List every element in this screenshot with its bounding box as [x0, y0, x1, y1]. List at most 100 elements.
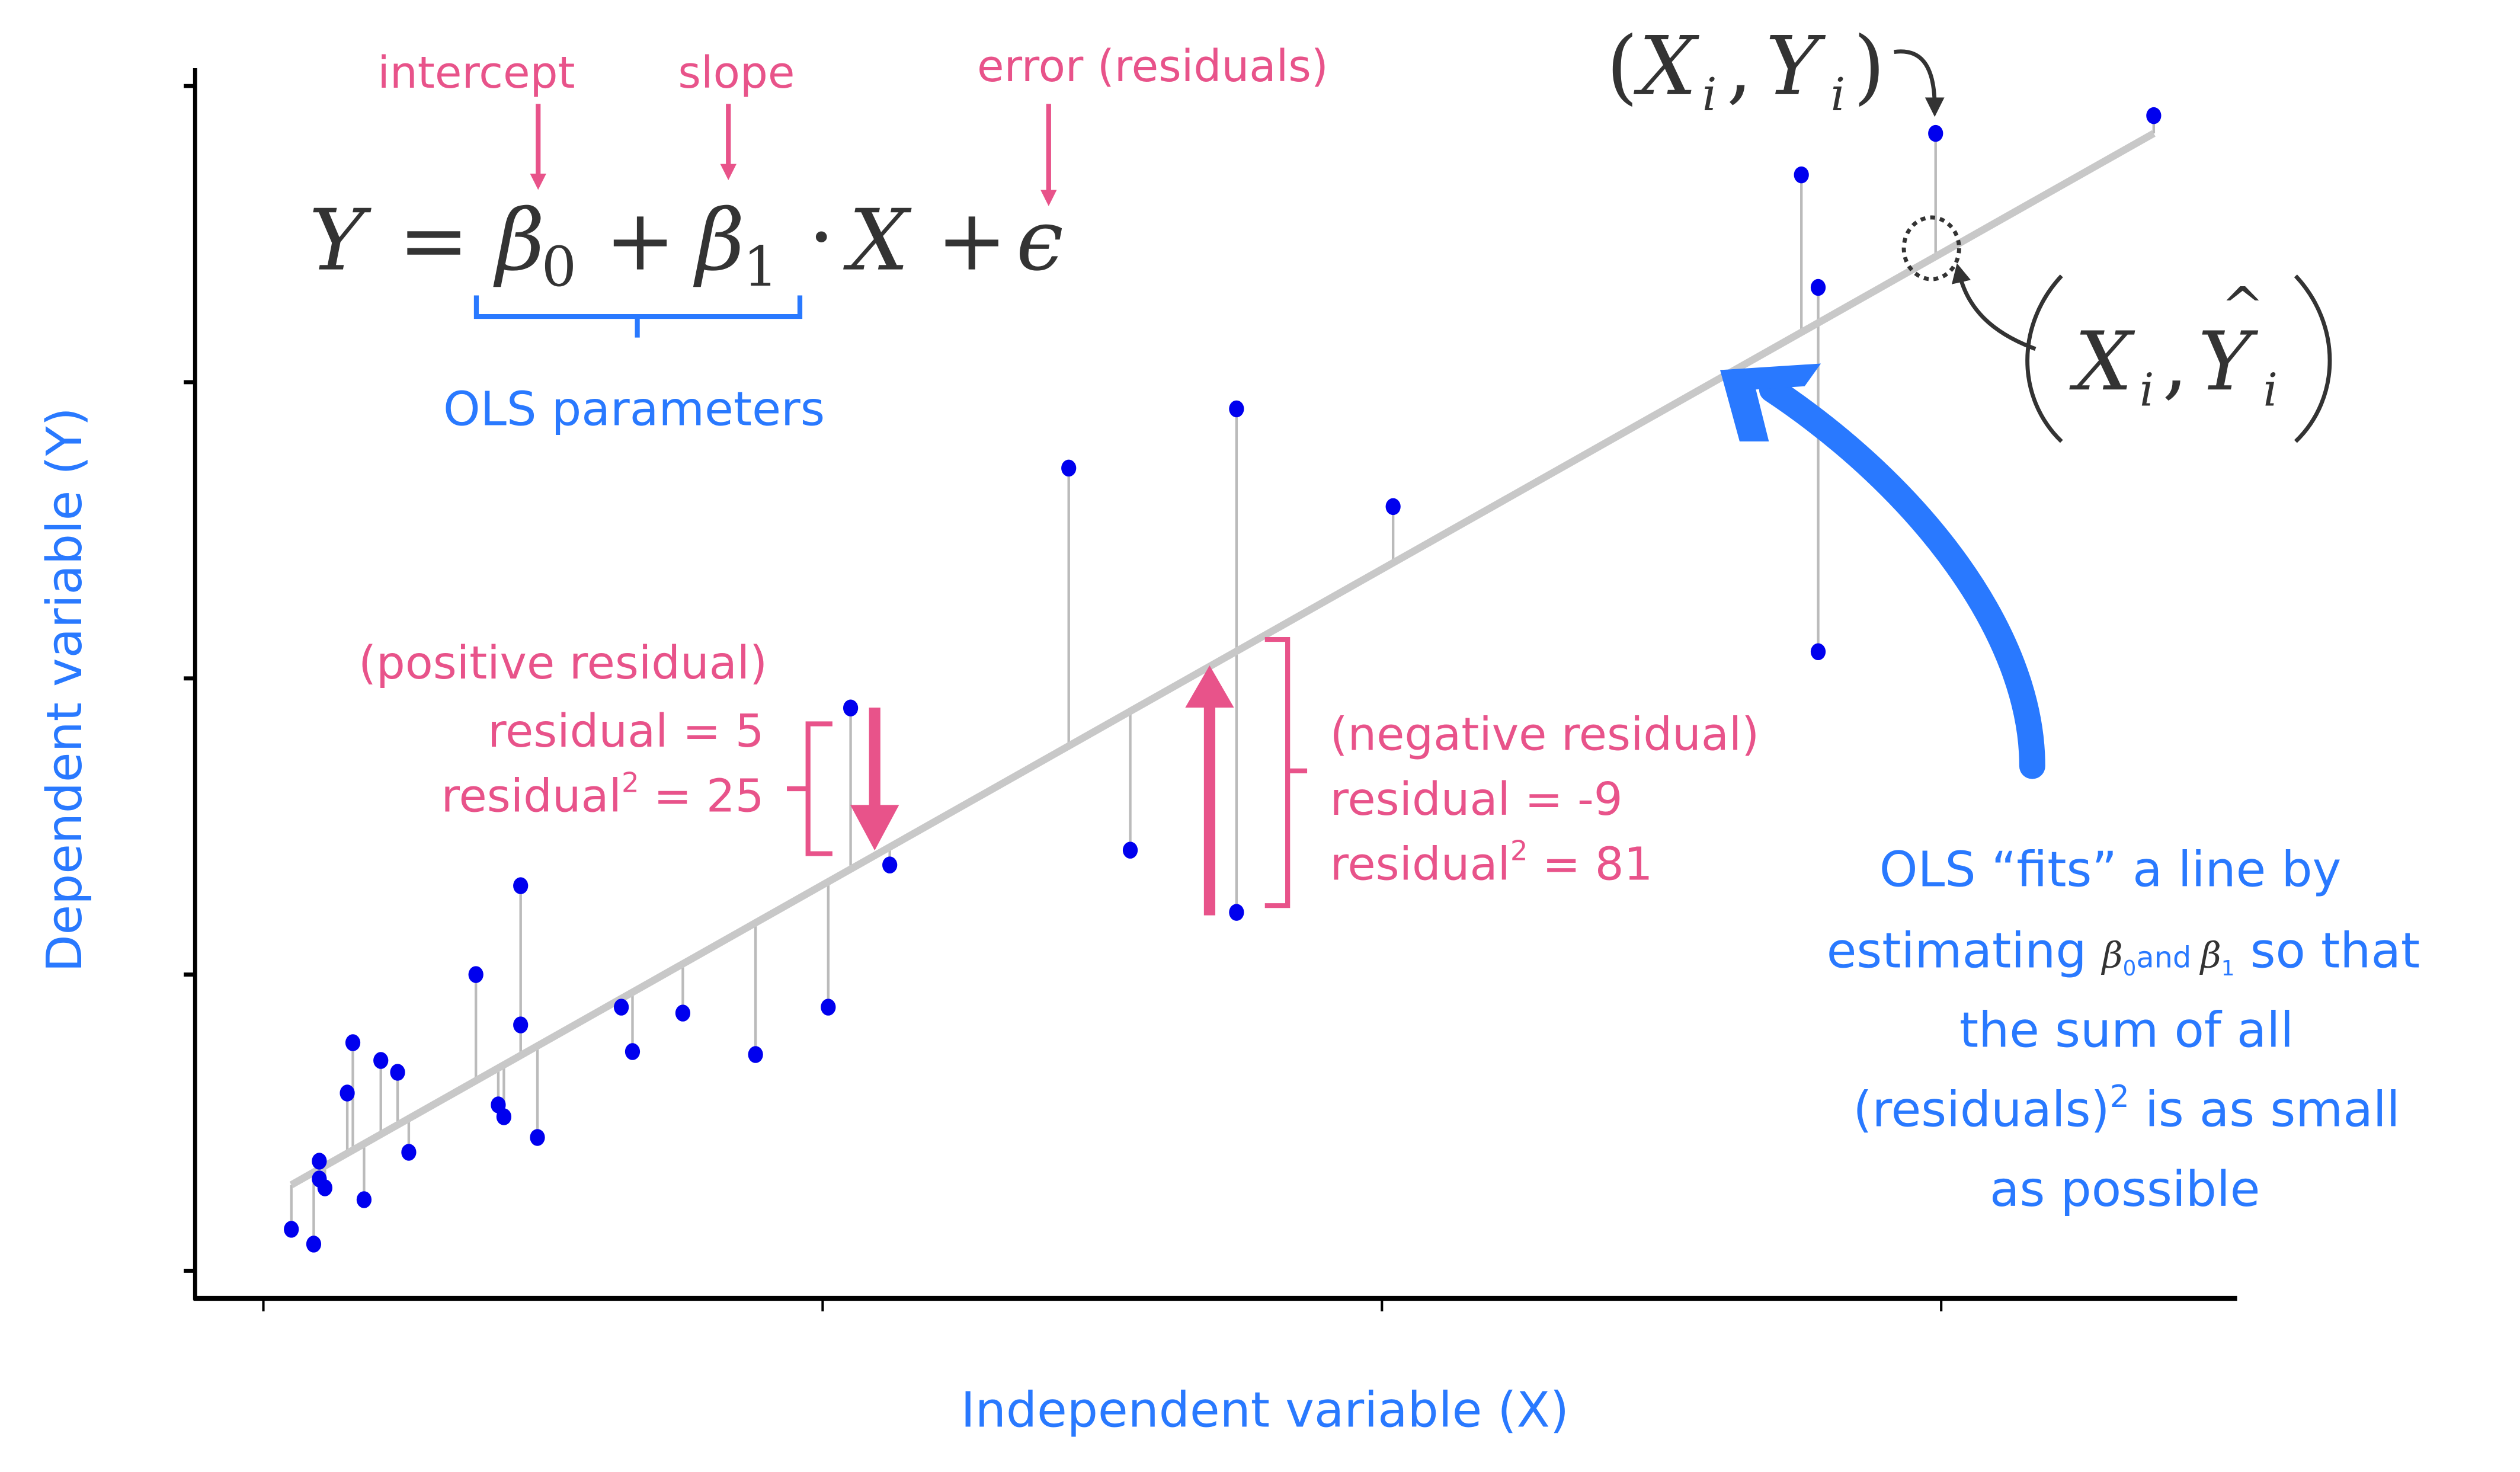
big-paren-close [2294, 274, 2332, 443]
data-point [613, 999, 629, 1016]
data-point [345, 1034, 361, 1051]
squared-suffix: = 25 [639, 770, 764, 823]
error-label: error (residuals) [977, 41, 1328, 92]
y-axis-label: Dependent variable (Y) [37, 407, 93, 972]
beta1-sub: 1 [2221, 956, 2235, 981]
xi-subscript: i [2140, 364, 2154, 417]
data-point [390, 1064, 405, 1081]
data-point [1928, 124, 1943, 142]
equation-plus-2: + [936, 191, 1007, 290]
data-point [356, 1191, 372, 1208]
data-point [513, 877, 529, 894]
data-point [1385, 498, 1401, 516]
data-point [882, 856, 898, 873]
ols-parameters-brace [473, 295, 803, 338]
squared-sup: 2 [622, 767, 639, 799]
small-text: is as small [2130, 1082, 2400, 1138]
equation-y: Y [309, 191, 372, 290]
x-axis-label: Independent variable (X) [960, 1382, 1569, 1438]
beta0-symbol: β [2101, 935, 2123, 976]
squared-prefix: residual [441, 770, 622, 823]
big-curved-arrow-icon [1720, 363, 2045, 779]
data-point [496, 1108, 512, 1125]
fitted-point-arrow [1951, 263, 2037, 351]
data-point [1229, 400, 1244, 418]
positive-residual-bracket [787, 721, 832, 856]
data-point [2146, 107, 2162, 124]
positive-residual-value: residual = 5 [488, 705, 764, 758]
beta0-sub: 0 [2123, 956, 2137, 981]
data-point [1810, 279, 1826, 296]
yi-symbol: Y [1766, 20, 1826, 114]
ols-parameters-label: OLS parameters [443, 382, 825, 437]
positive-residual-title: (positive residual) [358, 637, 767, 690]
negative-residual-annotation: (negative residual) residual = -9 residu… [1185, 636, 1759, 916]
data-point [1061, 459, 1077, 477]
observed-point-arrow [1894, 49, 1945, 117]
slope-label: slope [678, 47, 795, 98]
intercept-label: intercept [377, 47, 575, 98]
comma: , [1727, 20, 1753, 114]
data-point [312, 1153, 327, 1170]
equation-equals: = [398, 191, 469, 290]
data-point [317, 1179, 332, 1196]
explanation-line-2: estimating β0and β1 so that [1827, 923, 2420, 981]
squared-suffix: = 81 [1528, 838, 1653, 891]
hat-accent: ^ [2221, 277, 2265, 337]
data-point [748, 1046, 763, 1063]
data-point [1229, 904, 1244, 921]
data-point [468, 966, 483, 983]
xi-symbol: X [2069, 315, 2135, 409]
data-point [1810, 643, 1826, 661]
data-point [843, 699, 859, 716]
xi-subscript: i [1702, 69, 1717, 121]
equation-x: X [843, 191, 912, 290]
equation-beta0-sub: 0 [542, 234, 577, 299]
residuals-text: (residuals) [1853, 1082, 2109, 1138]
paren-close: ) [1853, 20, 1885, 114]
positive-residual-annotation: (positive residual) residual = 5 residua… [358, 637, 899, 856]
big-paren-open [2025, 274, 2063, 443]
positive-residual-squared: residual2 = 25 [441, 767, 764, 823]
negative-residual-value: residual = -9 [1330, 773, 1622, 826]
equation-plus-1: + [605, 191, 676, 290]
estimating-text: estimating [1827, 923, 2102, 979]
data-point [821, 999, 836, 1016]
ols-regression-diagram: Independent variable (X) Dependent varia… [37, 20, 2420, 1438]
data-point [530, 1129, 545, 1146]
data-point [513, 1016, 529, 1033]
equation-beta0: β [493, 191, 545, 290]
explanation-line-4: (residuals)2 is as small [1853, 1079, 2400, 1138]
data-point [373, 1052, 389, 1069]
negative-residual-arrowhead [1185, 665, 1234, 708]
comma: , [2162, 315, 2188, 409]
negative-residual-squared: residual2 = 81 [1330, 835, 1653, 891]
equation-dot: · [808, 188, 835, 286]
fitted-point-label: X i , Y ^ i [2025, 274, 2332, 443]
squared-prefix: residual [1330, 838, 1510, 891]
equation-beta1: β [693, 191, 744, 290]
beta1-symbol: β [2199, 935, 2221, 976]
equation-beta1-sub: 1 [743, 234, 778, 299]
data-point [625, 1043, 641, 1060]
regression-equation: Y = β 0 + β 1 · X + ϵ [309, 188, 1063, 299]
data-point [284, 1221, 299, 1238]
explanation-line-5: as possible [1990, 1161, 2260, 1218]
ols-explanation: OLS “fits” a line by estimating β0and β1… [1827, 841, 2420, 1217]
and-text: and [2136, 940, 2201, 974]
negative-residual-title: (negative residual) [1330, 708, 1759, 761]
data-point [401, 1144, 417, 1161]
yi-subscript: i [1831, 69, 1846, 121]
negative-residual-bracket [1264, 636, 1308, 908]
data-point [675, 1004, 691, 1022]
residuals-sup: 2 [2110, 1079, 2130, 1115]
xi-symbol: X [1634, 20, 1700, 114]
data-point [306, 1236, 322, 1253]
yhat-subscript: i [2263, 364, 2278, 417]
equation-epsilon: ϵ [1016, 191, 1064, 290]
explanation-line-3: the sum of all [1959, 1003, 2294, 1059]
squared-sup: 2 [1510, 835, 1528, 867]
so-that-text: so that [2235, 923, 2420, 979]
explanation-line-1: OLS “fits” a line by [1879, 841, 2342, 898]
data-point [1794, 166, 1809, 184]
